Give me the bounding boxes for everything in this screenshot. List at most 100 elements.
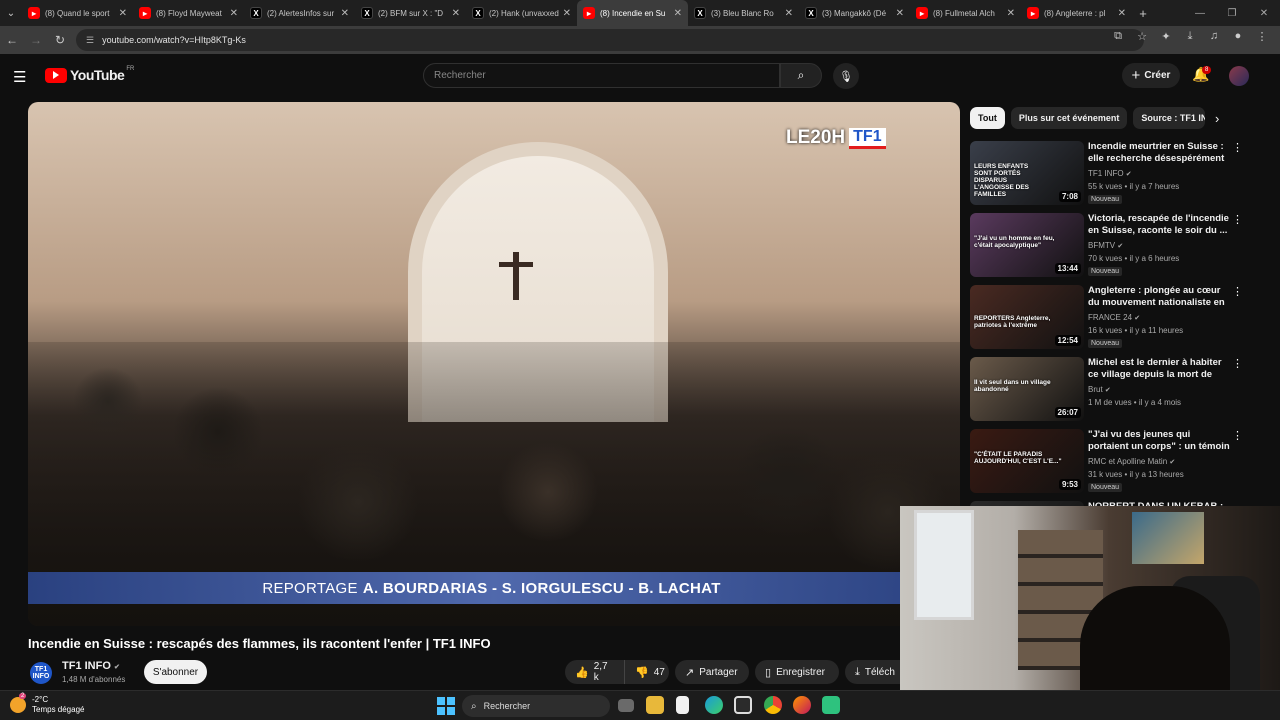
close-tab-icon[interactable]: ✕ bbox=[896, 8, 904, 19]
close-tab-icon[interactable]: ✕ bbox=[1007, 8, 1015, 19]
search-input[interactable]: Rechercher bbox=[423, 63, 780, 88]
recommendation-item[interactable]: "J'ai vu un homme en feu, c'était apocal… bbox=[970, 213, 1245, 279]
recommendation-title: Angleterre : plongée au cœur du mouvemen… bbox=[1088, 285, 1225, 308]
video-thumbnail[interactable]: REPORTERS Angleterre, patriotes à l'extr… bbox=[970, 285, 1084, 349]
browser-tab[interactable]: ▸ (8) Angleterre : pl ✕ bbox=[1021, 0, 1132, 26]
notepad-icon[interactable] bbox=[676, 696, 689, 714]
more-menu-icon[interactable]: ⋮ bbox=[1250, 30, 1274, 43]
chrome-icon[interactable] bbox=[764, 696, 782, 714]
new-tab-icon[interactable]: + bbox=[1132, 6, 1154, 21]
recommendation-item[interactable]: Il vit seul dans un village abandonné 26:… bbox=[970, 357, 1245, 423]
video-thumbnail[interactable]: "J'ai vu un homme en feu, c'était apocal… bbox=[970, 213, 1084, 277]
video-player[interactable]: LE20H TF1 REPORTAGE A. BOURDARIAS - S. I… bbox=[28, 102, 960, 626]
file-explorer-icon[interactable] bbox=[646, 696, 664, 714]
browser-tab[interactable]: ▸ (8) Fullmetal Alch ✕ bbox=[910, 0, 1021, 26]
browser-tab-bar: ⌄ ▸ (8) Quand le sport ✕ ▸ (8) Floyd Mayweat… bbox=[0, 0, 1280, 26]
verified-icon: ✔ bbox=[1104, 387, 1111, 394]
close-tab-icon[interactable]: ✕ bbox=[119, 8, 127, 19]
recommendation-item[interactable]: LEURS ENFANTS SONT PORTÉS DISPARUS L'ANG… bbox=[970, 141, 1245, 207]
browser-tab[interactable]: X (3) Mangakkô (Dé ✕ bbox=[799, 0, 910, 26]
download-icon[interactable]: ⤓ bbox=[1178, 30, 1202, 43]
verified-icon: ✔ bbox=[113, 664, 120, 671]
back-icon[interactable]: ← bbox=[0, 33, 24, 47]
tab-title: (8) Incendie en Su bbox=[600, 8, 666, 18]
like-button[interactable]: 👍 2,7 k bbox=[565, 660, 624, 684]
thumbnail-text: Il vit seul dans un village abandonné bbox=[974, 379, 1051, 393]
filter-chip[interactable]: Source : TF1 INFO bbox=[1133, 107, 1206, 129]
chevron-right-icon[interactable]: › bbox=[1215, 111, 1219, 126]
video-thumbnail[interactable]: Il vit seul dans un village abandonné 26:… bbox=[970, 357, 1084, 421]
close-window-icon[interactable]: ✕ bbox=[1248, 8, 1280, 19]
minimize-icon[interactable]: — bbox=[1184, 8, 1216, 19]
download-button[interactable]: ⤓ Téléch bbox=[845, 660, 905, 684]
youtube-icon: ▸ bbox=[916, 7, 928, 19]
x-icon: X bbox=[694, 7, 706, 19]
share-button[interactable]: ↗ Partager bbox=[675, 660, 749, 684]
save-button[interactable]: ▯ Enregistrer bbox=[755, 660, 839, 684]
site-info-icon[interactable]: ☰ bbox=[86, 35, 94, 46]
dislike-button[interactable]: 👎 47 bbox=[624, 660, 669, 684]
bookmark-star-icon[interactable]: ☆ bbox=[1130, 30, 1154, 43]
maximize-icon[interactable]: ❐ bbox=[1216, 8, 1248, 19]
more-options-icon[interactable]: ⋮ bbox=[1232, 429, 1243, 442]
more-options-icon[interactable]: ⋮ bbox=[1232, 285, 1243, 298]
credits-names: A. BOURDARIAS - S. IORGULESCU - B. LACHA… bbox=[362, 579, 721, 597]
recommendation-meta: 31 k vues • il y a 13 heures bbox=[1088, 470, 1184, 479]
youtube-icon: ▸ bbox=[583, 7, 595, 19]
filter-chip[interactable]: Tout bbox=[970, 107, 1005, 129]
close-tab-icon[interactable]: ✕ bbox=[341, 8, 349, 19]
more-options-icon[interactable]: ⋮ bbox=[1232, 141, 1243, 154]
app-icon[interactable] bbox=[822, 696, 840, 714]
voice-search-icon[interactable]: 🎙 bbox=[833, 63, 859, 89]
subscriber-count: 1,48 M d'abonnés bbox=[62, 675, 126, 684]
filter-chip[interactable]: Plus sur cet événement bbox=[1010, 107, 1128, 129]
recommendation-item[interactable]: REPORTERS Angleterre, patriotes à l'extr… bbox=[970, 285, 1245, 351]
close-tab-icon[interactable]: ✕ bbox=[452, 8, 460, 19]
recommendation-title: "J'ai vu des jeunes qui portaient un cor… bbox=[1088, 429, 1230, 452]
recommendation-meta: 1 M de vues • il y a 4 mois bbox=[1088, 398, 1182, 407]
channel-avatar[interactable]: TF1 INFO bbox=[30, 662, 52, 684]
reload-icon[interactable]: ↻ bbox=[48, 33, 72, 47]
url-field[interactable]: ☰ youtube.com/watch?v=HItp8KTg-Ks bbox=[76, 29, 1144, 51]
windows-start-icon[interactable] bbox=[437, 697, 455, 715]
close-tab-icon[interactable]: ✕ bbox=[1118, 8, 1126, 19]
firefox-icon[interactable] bbox=[793, 696, 811, 714]
hamburger-menu-icon[interactable]: ☰ bbox=[13, 68, 26, 86]
browser-tab[interactable]: X (2) BFM sur X : "D ✕ bbox=[355, 0, 466, 26]
install-icon[interactable]: ⧉ bbox=[1106, 30, 1130, 43]
task-view-icon[interactable] bbox=[618, 699, 634, 712]
close-tab-icon[interactable]: ✕ bbox=[785, 8, 793, 19]
browser-tab[interactable]: X (2) Hank (unvaxxed ✕ bbox=[466, 0, 577, 26]
close-tab-icon[interactable]: ✕ bbox=[563, 8, 571, 19]
close-tab-icon[interactable]: ✕ bbox=[230, 8, 238, 19]
more-options-icon[interactable]: ⋮ bbox=[1232, 213, 1243, 226]
edge-icon[interactable] bbox=[705, 696, 723, 714]
close-tab-icon[interactable]: ✕ bbox=[674, 8, 682, 19]
create-button[interactable]: + Créer bbox=[1122, 63, 1180, 88]
youtube-logo[interactable]: YouTube FR bbox=[45, 66, 134, 83]
recommendation-item[interactable]: "C'ÉTAIT LE PARADIS AUJOURD'HUI, C'EST L… bbox=[970, 429, 1245, 495]
x-icon: X bbox=[361, 7, 373, 19]
browser-tab[interactable]: ▸ (8) Incendie en Su ✕ bbox=[577, 0, 688, 26]
search-button[interactable]: ⌕ bbox=[780, 63, 822, 88]
channel-name[interactable]: TF1 INFO ✔ bbox=[62, 660, 120, 672]
extensions-icon[interactable]: ✦ bbox=[1154, 30, 1178, 43]
tab-search-icon[interactable]: ⌄ bbox=[0, 0, 22, 26]
video-thumbnail[interactable]: "C'ÉTAIT LE PARADIS AUJOURD'HUI, C'EST L… bbox=[970, 429, 1084, 493]
channel-avatar-bottom: INFO bbox=[32, 673, 50, 680]
store-icon[interactable] bbox=[734, 696, 752, 714]
window-controls: — ❐ ✕ bbox=[1184, 8, 1280, 19]
recommendation-meta: 55 k vues • il y a 7 heures bbox=[1088, 182, 1180, 191]
browser-tab[interactable]: ▸ (8) Floyd Mayweat ✕ bbox=[133, 0, 244, 26]
more-options-icon[interactable]: ⋮ bbox=[1232, 357, 1243, 370]
media-icon[interactable]: ♫ bbox=[1202, 30, 1226, 43]
profile-icon[interactable]: ● bbox=[1226, 30, 1250, 43]
browser-tab[interactable]: X (3) Bleu Blanc Ro ✕ bbox=[688, 0, 799, 26]
browser-tab[interactable]: ▸ (8) Quand le sport ✕ bbox=[22, 0, 133, 26]
browser-tab[interactable]: X (2) AlertesInfos sur ✕ bbox=[244, 0, 355, 26]
taskbar-search[interactable]: ⌕ Rechercher bbox=[462, 695, 610, 717]
video-thumbnail[interactable]: LEURS ENFANTS SONT PORTÉS DISPARUS L'ANG… bbox=[970, 141, 1084, 205]
subscribe-button[interactable]: S'abonner bbox=[144, 660, 207, 684]
forward-icon[interactable]: → bbox=[24, 33, 48, 47]
avatar[interactable] bbox=[1229, 66, 1249, 86]
